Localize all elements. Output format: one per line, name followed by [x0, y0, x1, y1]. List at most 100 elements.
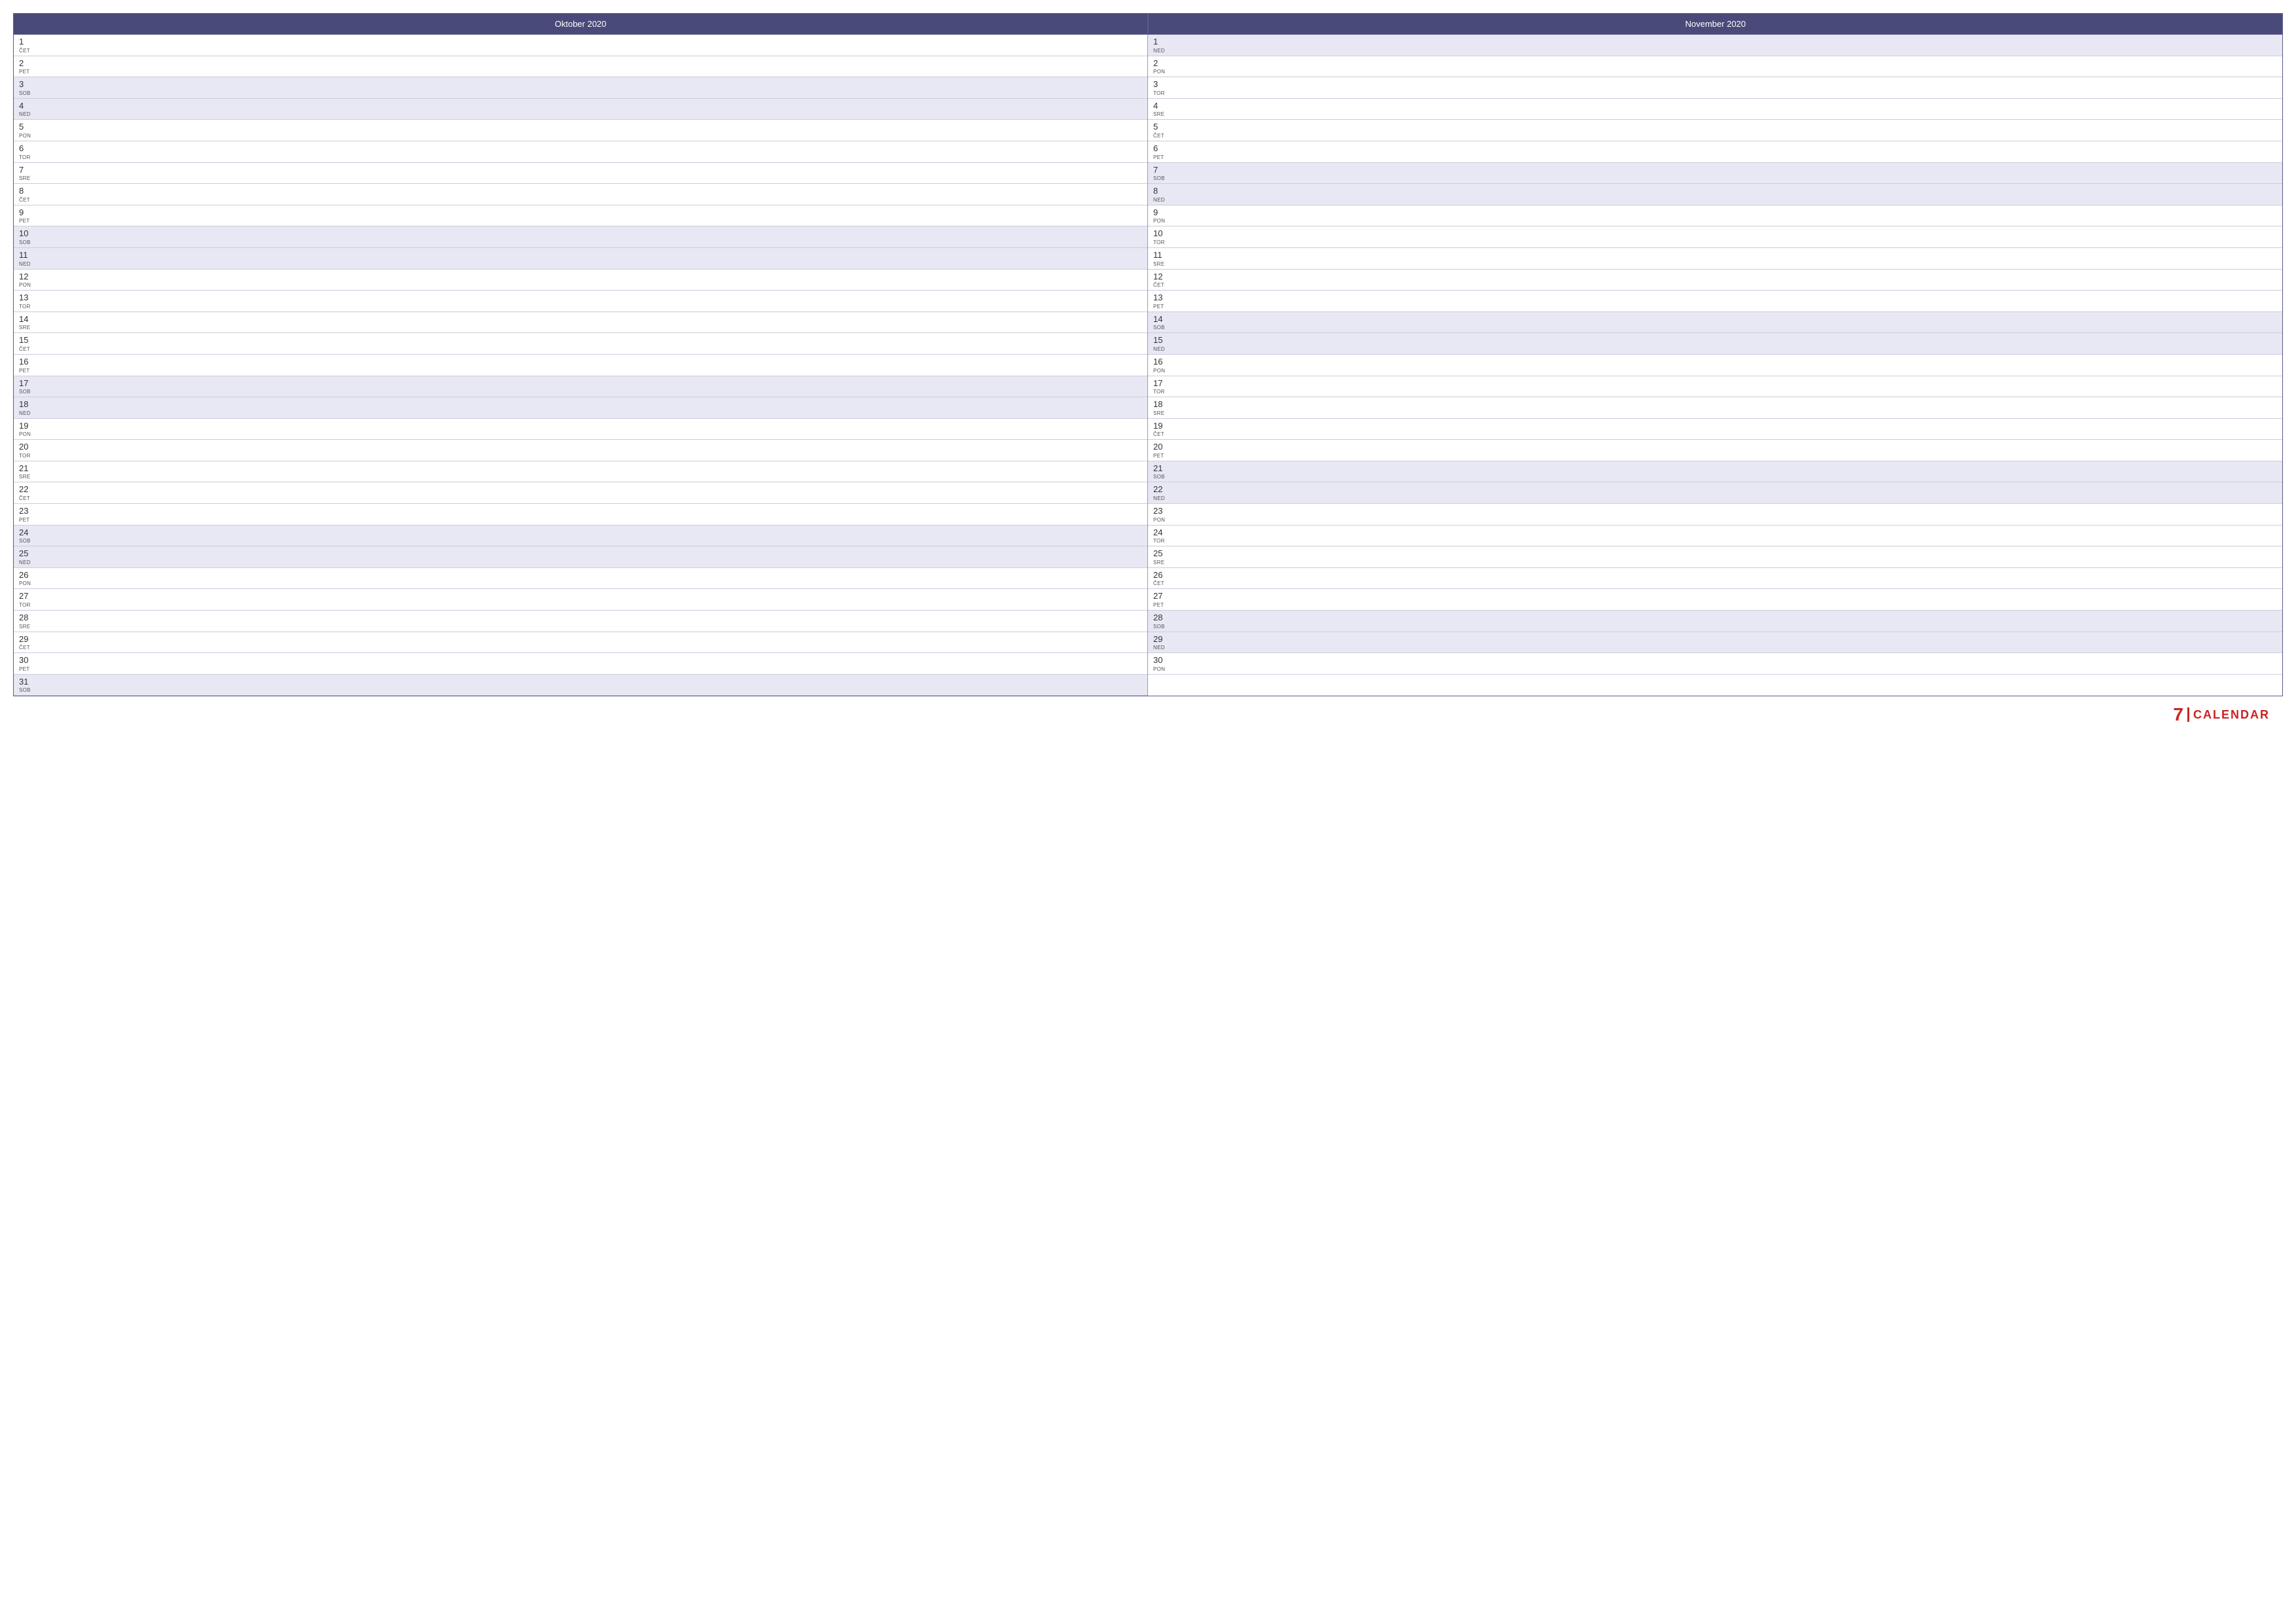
day-info: 19 ČET [1153, 421, 1168, 438]
day-info: 18 SRE [1153, 399, 1168, 416]
day-name: ČET [19, 196, 33, 203]
day-number: 4 [19, 101, 33, 111]
day-row: 17 TOR [1148, 376, 2282, 398]
day-name: NED [19, 111, 33, 117]
day-info: 5 ČET [1153, 122, 1168, 139]
day-number: 7 [19, 165, 33, 175]
day-name: SRE [1153, 260, 1168, 267]
day-number: 24 [19, 527, 33, 538]
day-info: 27 TOR [19, 591, 33, 608]
day-name: TOR [1153, 537, 1168, 544]
day-number: 26 [19, 570, 33, 580]
day-number: 9 [19, 207, 33, 218]
day-number: 12 [19, 272, 33, 282]
day-row: 21 SRE [14, 461, 1147, 483]
day-number: 28 [1153, 613, 1168, 623]
day-number: 6 [1153, 143, 1168, 154]
day-info: 18 NED [19, 399, 33, 416]
day-number: 27 [1153, 591, 1168, 601]
day-number: 18 [19, 399, 33, 410]
footer: 7 CALENDAR [13, 699, 2283, 730]
day-name: SOB [1153, 324, 1168, 330]
day-info: 4 NED [19, 101, 33, 118]
day-name: ČET [1153, 431, 1168, 437]
day-name: ČET [1153, 132, 1168, 139]
day-name: PON [19, 580, 33, 586]
day-row: 14 SOB [1148, 312, 2282, 334]
day-row: 16 PET [14, 355, 1147, 376]
day-number: 23 [19, 506, 33, 516]
day-info: 28 SRE [19, 613, 33, 630]
day-name: PET [19, 516, 33, 523]
day-row: 27 PET [1148, 589, 2282, 611]
day-number: 22 [19, 484, 33, 495]
october-column: 1 ČET 2 PET 3 SOB 4 NED 5 PON 6 TOR 7 SR… [14, 35, 1148, 696]
day-info: 3 SOB [19, 79, 33, 96]
day-name: SRE [19, 473, 33, 480]
day-name: PET [1153, 601, 1168, 608]
november-header: November 2020 [1148, 13, 2283, 35]
month-headers: Oktober 2020 November 2020 [13, 13, 2283, 35]
day-info: 29 NED [1153, 634, 1168, 651]
day-info: 26 PON [19, 570, 33, 587]
day-row: 15 NED [1148, 333, 2282, 355]
day-info: 3 TOR [1153, 79, 1168, 96]
day-number: 2 [19, 58, 33, 69]
day-number: 24 [1153, 527, 1168, 538]
day-number: 29 [1153, 634, 1168, 645]
day-row: 31 SOB [14, 675, 1147, 696]
day-number: 21 [1153, 463, 1168, 474]
day-name: SOB [1153, 623, 1168, 630]
day-row: 26 PON [14, 568, 1147, 590]
day-row: 28 SRE [14, 611, 1147, 632]
day-number: 1 [1153, 37, 1168, 47]
day-name: NED [19, 410, 33, 416]
day-number: 10 [1153, 228, 1168, 239]
day-name: PET [19, 367, 33, 374]
day-info: 6 TOR [19, 143, 33, 160]
calendar-page: Oktober 2020 November 2020 1 ČET 2 PET 3… [0, 0, 2296, 1623]
day-row: 28 SOB [1148, 611, 2282, 632]
day-number: 9 [1153, 207, 1168, 218]
day-name: NED [19, 559, 33, 565]
day-row: 1 ČET [14, 35, 1147, 56]
day-number: 3 [1153, 79, 1168, 90]
day-info: 8 ČET [19, 186, 33, 203]
calendar-grid: 1 ČET 2 PET 3 SOB 4 NED 5 PON 6 TOR 7 SR… [13, 35, 2283, 696]
day-name: SOB [19, 388, 33, 395]
day-name: ČET [1153, 281, 1168, 288]
day-name: PET [1153, 452, 1168, 459]
day-number: 6 [19, 143, 33, 154]
day-row: 2 PON [1148, 56, 2282, 78]
day-row: 22 ČET [14, 482, 1147, 504]
day-name: ČET [19, 47, 33, 54]
day-number: 25 [19, 548, 33, 559]
day-row: 2 PET [14, 56, 1147, 78]
day-row: 10 TOR [1148, 226, 2282, 248]
day-number: 26 [1153, 570, 1168, 580]
day-info: 27 PET [1153, 591, 1168, 608]
day-number: 22 [1153, 484, 1168, 495]
day-row: 14 SRE [14, 312, 1147, 334]
day-name: SRE [1153, 111, 1168, 117]
day-row: 7 SRE [14, 163, 1147, 185]
day-row: 13 TOR [14, 291, 1147, 312]
day-row: 24 SOB [14, 526, 1147, 547]
day-name: TOR [19, 303, 33, 310]
day-info: 20 PET [1153, 442, 1168, 459]
day-number: 11 [19, 250, 33, 260]
day-info: 12 PON [19, 272, 33, 289]
november-column: 1 NED 2 PON 3 TOR 4 SRE 5 ČET 6 PET 7 SO… [1148, 35, 2282, 696]
day-row: 26 ČET [1148, 568, 2282, 590]
day-name: PET [1153, 154, 1168, 160]
day-name: SRE [19, 623, 33, 630]
day-name: NED [1153, 644, 1168, 651]
day-number: 13 [19, 293, 33, 303]
day-name: ČET [1153, 580, 1168, 586]
day-info: 5 PON [19, 122, 33, 139]
day-number: 20 [1153, 442, 1168, 452]
day-row: 4 NED [14, 99, 1147, 120]
day-number: 11 [1153, 250, 1168, 260]
day-row: 30 PON [1148, 653, 2282, 675]
day-info: 23 PET [19, 506, 33, 523]
